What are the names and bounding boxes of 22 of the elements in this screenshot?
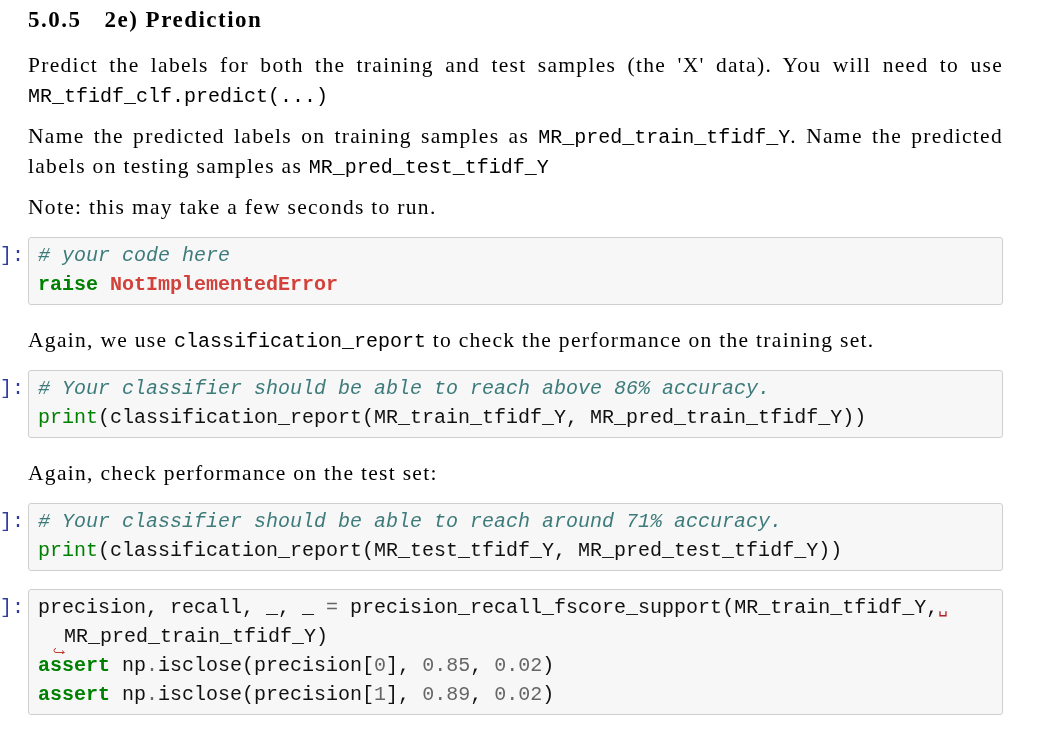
code-line: # Your classifier should be able to reach above 86% accuracy. [38, 378, 771, 399]
hook-arrow-icon [53, 648, 65, 654]
code-line: # Your classifier should be able to reach around 71% accuracy. [38, 511, 783, 532]
paragraph-text: Note: this may take a few seconds to run. [28, 194, 438, 221]
paragraph-text: Again, check performance on the test set: [28, 460, 439, 487]
section-title: 2e) Prediction [104, 6, 263, 34]
code-line: print(classification_report(MR_train_tfidf_Y, MR_pred_train_tfidf_Y)) [38, 407, 867, 428]
paragraph-text: Name the predicted labels on training samples as MR_pred_train_tfidf_Y. Name the predicted labels on testing samples as MR_pred_test_tfidf_Y [28, 123, 1003, 181]
code-line: assert np.isclose(precision[0], 0.85, 0.02) [38, 655, 555, 676]
code-line: precision, recall, _, _ = precision_recall_fscore_support(MR_train_tfidf_Y,␣ [38, 597, 948, 618]
code-line: raise NotImplementedError [38, 274, 339, 295]
paragraph-text: Again, we use classification_report to check the performance on the training set. [28, 327, 876, 355]
cell-prompt: ]: [0, 244, 24, 267]
paragraph-text: Predict the labels for both the training and test samples (the 'X' data). You will need to use MR_tfidf_clf.predict(...) [28, 52, 1003, 110]
cell-prompt: ]: [0, 510, 24, 533]
section-number: 5.0.5 [28, 6, 82, 34]
code-line: # your code here [38, 245, 231, 266]
cell-prompt: ]: [0, 596, 24, 619]
code-line: print(classification_report(MR_test_tfidf_Y, MR_pred_test_tfidf_Y)) [38, 540, 843, 561]
cell-prompt: ]: [0, 377, 24, 400]
code-line: assert np.isclose(precision[1], 0.89, 0.02) [38, 684, 555, 705]
code-line: MR_pred_train_tfidf_Y) [64, 626, 329, 647]
